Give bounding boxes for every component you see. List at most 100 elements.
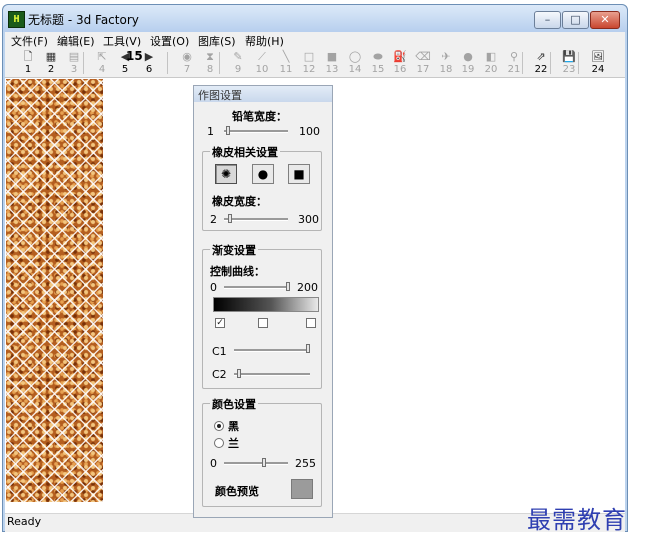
- menu-settings[interactable]: 设置(O): [150, 33, 189, 49]
- tool-button-3[interactable]: ▤ 3: [63, 49, 85, 77]
- tool-button-10[interactable]: ⟋ 10: [251, 49, 273, 77]
- c2-slider[interactable]: [234, 373, 310, 376]
- tool-number: 14: [348, 64, 362, 75]
- tool-number: 15: [371, 64, 385, 75]
- tool-button-24[interactable]: 🖼 24: [587, 49, 609, 77]
- tool-number: 18: [439, 64, 453, 75]
- tool-button-13[interactable]: ■ 13: [321, 49, 343, 77]
- color-blue-radio[interactable]: [214, 438, 224, 448]
- c1-slider[interactable]: [234, 349, 310, 352]
- menu-edit[interactable]: 编辑(E): [57, 33, 95, 49]
- gradient-checkbox-2[interactable]: [258, 318, 268, 328]
- gradient-checkbox-3[interactable]: [306, 318, 316, 328]
- eraser-width-slider[interactable]: [224, 218, 288, 221]
- menu-bar: 文件(F) 编辑(E) 工具(V) 设置(O) 图库(S) 帮助(H): [5, 32, 625, 49]
- control-curve-max: 200: [297, 281, 318, 294]
- toolbar: 🗋 1 ▦ 2 ▤ 3 ⇱ 4 ◀ 5 ▶ 6 ◉ 7 ⧗ 8 ✎ 9 ⟋ 10 ╲ 11 □ 12 ■ 13 ◯ 14 ⬬ 15 ⛽ 16 ⌫…: [5, 49, 625, 78]
- control-curve-label: 控制曲线：: [210, 265, 265, 278]
- eraser-width-max: 300: [298, 213, 319, 226]
- square-brush-icon: ■: [293, 167, 305, 181]
- line-icon: ╲: [282, 50, 290, 63]
- tool-button-9[interactable]: ✎ 9: [227, 49, 249, 77]
- menu-tools[interactable]: 工具(V): [103, 33, 141, 49]
- color-black-radio[interactable]: [214, 421, 224, 431]
- color-black-label: 黑: [228, 420, 239, 433]
- menu-file[interactable]: 文件(F): [11, 33, 48, 49]
- save-icon: 💾: [562, 50, 576, 63]
- eraser-width-label: 橡皮宽度：: [212, 195, 267, 208]
- gradient-preview: [213, 297, 319, 312]
- menu-help[interactable]: 帮助(H): [245, 33, 284, 49]
- eraser-shape-button-2[interactable]: ●: [252, 164, 274, 184]
- tool-button-7[interactable]: ◉ 7: [176, 49, 198, 77]
- gradient-settings-legend: 渐变设置: [210, 242, 258, 258]
- tool-button-19[interactable]: ● 19: [457, 49, 479, 77]
- page-value-text: 15: [126, 49, 143, 63]
- tool-button-15[interactable]: ⬬ 15: [367, 49, 389, 77]
- new-file-icon: 🗋: [23, 50, 33, 63]
- tool-number: 20: [484, 64, 498, 75]
- color-preview-swatch: [291, 479, 313, 499]
- pencil-icon: ✎: [233, 50, 243, 63]
- panel-title: 作图设置: [198, 89, 242, 102]
- pencil-width-slider[interactable]: [224, 130, 288, 133]
- pencil-width-label: 铅笔宽度：: [232, 110, 287, 123]
- round-brush-icon: ●: [257, 167, 269, 181]
- gradient-checkbox-1[interactable]: ✓: [215, 318, 225, 328]
- c2-slider-thumb[interactable]: [237, 369, 241, 378]
- tool-number: 22: [534, 64, 548, 75]
- texture-image: [6, 79, 103, 502]
- eraser-width-min: 2: [210, 213, 217, 226]
- color-value-slider[interactable]: [224, 462, 288, 465]
- tool-button-8[interactable]: ⧗ 8: [199, 49, 221, 77]
- control-curve-slider[interactable]: [224, 286, 290, 289]
- eraser-shape-button-3[interactable]: ■: [288, 164, 310, 184]
- tool-button-4[interactable]: ⇱ 4: [91, 49, 113, 77]
- window-title: 无标题 - 3d Factory: [28, 13, 139, 27]
- circle-filled-icon: ●: [463, 50, 473, 63]
- tool-number: 13: [325, 64, 339, 75]
- layers-icon: ▤: [68, 50, 80, 63]
- control-curve-slider-thumb[interactable]: [286, 282, 290, 291]
- tool-button-2[interactable]: ▦ 2: [40, 49, 62, 77]
- tool-number: 1: [24, 64, 32, 75]
- tool-button-17[interactable]: ⌫ 17: [412, 49, 434, 77]
- sunburst-icon: ✺: [220, 167, 232, 181]
- toolbar-separator: [167, 52, 168, 74]
- tool-number: 3: [70, 64, 78, 75]
- tool-button-1[interactable]: 🗋 1: [17, 49, 39, 77]
- tool-button-11[interactable]: ╲ 11: [275, 49, 297, 77]
- tool-button-20[interactable]: ◧ 20: [480, 49, 502, 77]
- pencil-width-slider-thumb[interactable]: [226, 126, 230, 135]
- tool-button-18[interactable]: ✈ 18: [435, 49, 457, 77]
- grid-icon: ▦: [45, 50, 57, 63]
- close-button[interactable]: ✕: [590, 11, 620, 29]
- page-value: 15: [126, 49, 143, 77]
- tool-number: 9: [234, 64, 242, 75]
- color-blue-label: 兰: [228, 437, 239, 450]
- tool-number: 8: [206, 64, 214, 75]
- tool-number: 19: [461, 64, 475, 75]
- tool-number: 4: [98, 64, 106, 75]
- tool-button-22[interactable]: ⇗ 22: [530, 49, 552, 77]
- export-icon: ⇗: [536, 50, 546, 63]
- color-value-min: 0: [210, 457, 217, 470]
- app-icon: H: [8, 11, 25, 28]
- menu-library[interactable]: 图库(S): [198, 33, 236, 49]
- funnel-icon: ⧗: [206, 50, 214, 63]
- c1-slider-thumb[interactable]: [306, 344, 310, 353]
- tool-number: 16: [393, 64, 407, 75]
- tool-button-16[interactable]: ⛽ 16: [389, 49, 411, 77]
- maximize-button[interactable]: □: [562, 11, 589, 29]
- tool-button-12[interactable]: □ 12: [298, 49, 320, 77]
- ellipse-filled-icon: ⬬: [373, 50, 383, 63]
- tool-number: 6: [145, 64, 153, 75]
- eraser-width-slider-thumb[interactable]: [228, 214, 232, 223]
- eraser-shape-button-1[interactable]: ✺: [215, 164, 237, 184]
- pencil-width-max: 100: [299, 125, 320, 138]
- minimize-button[interactable]: –: [534, 11, 561, 29]
- color-value-slider-thumb[interactable]: [262, 458, 266, 467]
- tool-button-14[interactable]: ◯ 14: [344, 49, 366, 77]
- tool-button-23[interactable]: 💾 23: [558, 49, 580, 77]
- tool-button-21[interactable]: ⚲ 21: [503, 49, 525, 77]
